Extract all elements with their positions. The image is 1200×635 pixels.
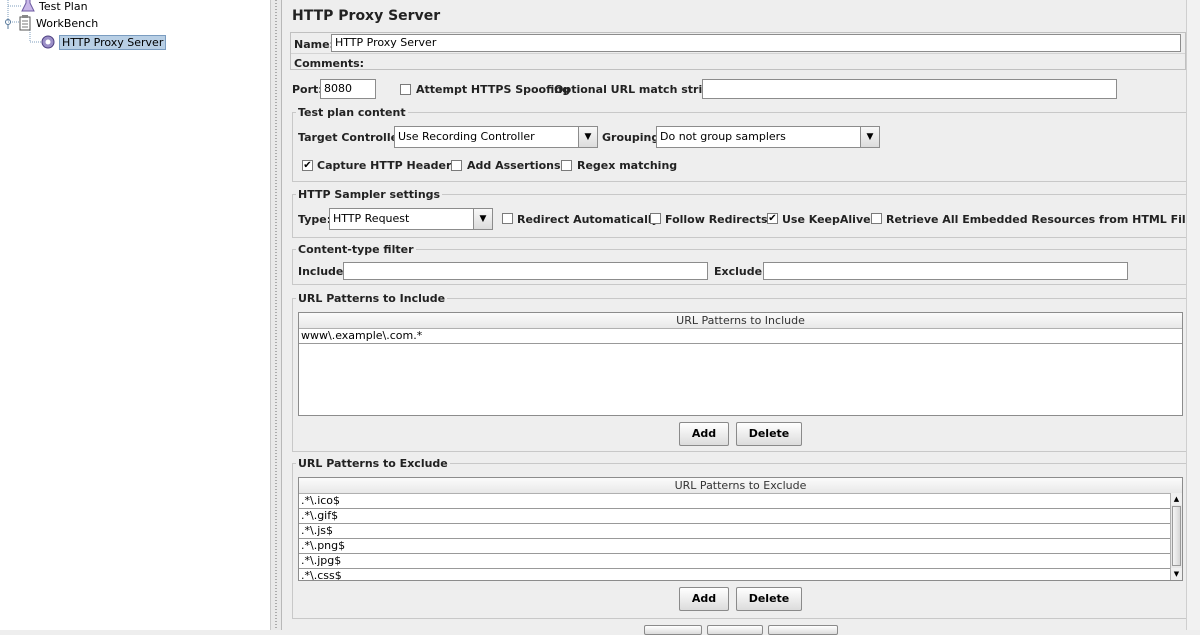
- table-row[interactable]: .*\.ico$: [299, 494, 1170, 509]
- table-row[interactable]: .*\.jpg$: [299, 554, 1170, 569]
- http-proxy-server-panel: HTTP Proxy Server Name: HTTP Proxy Serve…: [282, 0, 1200, 635]
- table-row[interactable]: www\.example\.com.*: [299, 329, 1182, 344]
- grouping-value: Do not group samplers: [660, 130, 786, 143]
- bottom-button[interactable]: [707, 625, 763, 635]
- target-controller-select[interactable]: Use Recording Controller ▼: [394, 126, 598, 148]
- retrieve-resources-checkbox[interactable]: [871, 213, 882, 224]
- tree-item-label: WorkBench: [36, 16, 99, 30]
- table-row[interactable]: .*\.png$: [299, 539, 1170, 554]
- proxy-gear-icon: [40, 34, 56, 50]
- exclude-patterns-legend: URL Patterns to Exclude: [298, 457, 448, 470]
- name-field[interactable]: HTTP Proxy Server: [331, 34, 1181, 52]
- redirect-automatically-checkbox[interactable]: [502, 213, 513, 224]
- tree-item-http-proxy-server[interactable]: HTTP Proxy Server: [40, 34, 167, 50]
- split-pane-divider[interactable]: [270, 0, 282, 630]
- content-type-filter-legend: Content-type filter: [298, 243, 414, 256]
- sampler-type-value: HTTP Request: [333, 212, 410, 225]
- include-delete-button[interactable]: Delete: [736, 422, 802, 446]
- expand-handle-icon[interactable]: [4, 15, 14, 31]
- include-patterns-header: URL Patterns to Include: [299, 313, 1182, 329]
- capture-headers-label: Capture HTTP Headers: [317, 159, 458, 172]
- tree-item-workbench[interactable]: WorkBench: [4, 15, 98, 31]
- use-keepalive-label: Use KeepAlive: [782, 213, 871, 226]
- url-match-field[interactable]: [702, 79, 1117, 99]
- exclude-field[interactable]: [763, 262, 1128, 280]
- grouping-label: Grouping:: [602, 131, 664, 144]
- exclude-patterns-table[interactable]: URL Patterns to Exclude .*\.ico$ .*\.gif…: [298, 477, 1183, 581]
- exclude-patterns-header: URL Patterns to Exclude: [299, 478, 1182, 494]
- bottom-button[interactable]: [644, 625, 702, 635]
- include-patterns-table[interactable]: URL Patterns to Include www\.example\.co…: [298, 312, 1183, 416]
- port-field[interactable]: 8080: [320, 79, 376, 99]
- chevron-down-icon[interactable]: ▼: [578, 127, 597, 147]
- port-label: Port:: [292, 83, 323, 96]
- url-match-label: Optional URL match string:: [554, 83, 723, 96]
- capture-headers-checkbox[interactable]: ✔: [302, 160, 313, 171]
- type-label: Type:: [298, 213, 332, 226]
- page-title: HTTP Proxy Server: [292, 8, 441, 24]
- add-assertions-label: Add Assertions: [467, 159, 561, 172]
- regex-matching-label: Regex matching: [577, 159, 678, 172]
- tree-item-label: Test Plan: [39, 0, 88, 13]
- exclude-delete-button[interactable]: Delete: [736, 587, 802, 611]
- table-row[interactable]: .*\.css$: [299, 569, 1170, 580]
- target-controller-value: Use Recording Controller: [398, 130, 535, 143]
- sampler-type-select[interactable]: HTTP Request ▼: [329, 208, 493, 230]
- tree-item-test-plan[interactable]: Test Plan: [20, 0, 88, 14]
- scroll-up-icon[interactable]: ▲: [1171, 493, 1182, 505]
- https-spoofing-label: Attempt HTTPS Spoofing: [416, 83, 570, 96]
- grouping-select[interactable]: Do not group samplers ▼: [656, 126, 880, 148]
- sampler-settings-legend: HTTP Sampler settings: [298, 188, 441, 201]
- redirect-automatically-label: Redirect Automatically: [517, 213, 659, 226]
- exclude-table-scrollbar[interactable]: ▲ ▼: [1170, 493, 1182, 580]
- include-label: Include:: [298, 265, 348, 278]
- add-assertions-checkbox[interactable]: [451, 160, 462, 171]
- include-field[interactable]: [343, 262, 708, 280]
- include-patterns-legend: URL Patterns to Include: [298, 292, 446, 305]
- table-row[interactable]: .*\.js$: [299, 524, 1170, 539]
- table-row[interactable]: .*\.gif$: [299, 509, 1170, 524]
- target-controller-label: Target Controller:: [298, 131, 408, 144]
- chevron-down-icon[interactable]: ▼: [860, 127, 879, 147]
- name-label: Name:: [294, 38, 334, 51]
- retrieve-resources-label: Retrieve All Embedded Resources from HTM…: [886, 213, 1200, 226]
- use-keepalive-checkbox[interactable]: ✔: [767, 213, 778, 224]
- name-comments-box: Name: HTTP Proxy Server Comments:: [290, 32, 1186, 70]
- exclude-label: Exclude:: [714, 265, 767, 278]
- regex-matching-checkbox[interactable]: [561, 160, 572, 171]
- test-tree: Test Plan WorkBench HTTP Proxy Server: [0, 0, 270, 630]
- https-spoofing-checkbox[interactable]: [400, 84, 411, 95]
- comments-label: Comments:: [294, 57, 365, 70]
- scroll-down-icon[interactable]: ▼: [1171, 568, 1182, 580]
- follow-redirects-label: Follow Redirects: [665, 213, 768, 226]
- bottom-button[interactable]: [768, 625, 838, 635]
- clipboard-icon: [17, 15, 33, 31]
- include-add-button[interactable]: Add: [679, 422, 729, 446]
- chevron-down-icon[interactable]: ▼: [473, 209, 492, 229]
- exclude-add-button[interactable]: Add: [679, 587, 729, 611]
- scrollbar-thumb[interactable]: [1172, 506, 1181, 566]
- window-right-edge: [1186, 0, 1200, 630]
- follow-redirects-checkbox[interactable]: [650, 213, 661, 224]
- test-plan-content-legend: Test plan content: [298, 106, 406, 119]
- tree-item-label: HTTP Proxy Server: [59, 34, 167, 50]
- flask-icon: [20, 0, 36, 14]
